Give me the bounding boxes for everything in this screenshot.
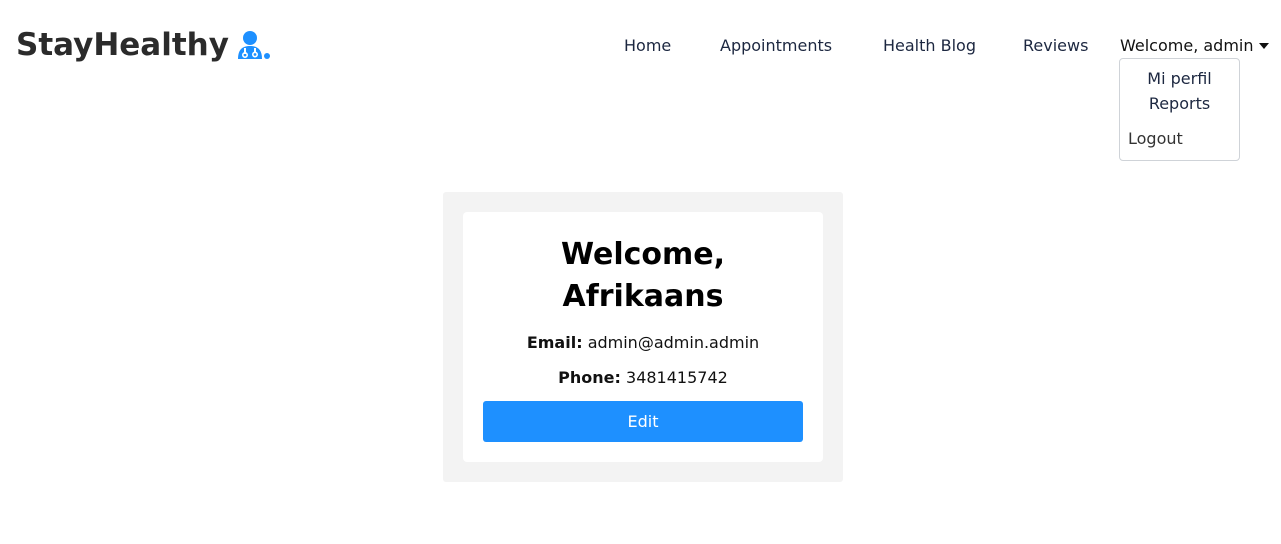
dropdown-item-logout[interactable]: Logout [1128,129,1183,148]
greeting-line-2: Afrikaans [562,279,724,314]
nav-reviews-link[interactable]: Reviews [1023,36,1088,55]
dropdown-item-reports[interactable]: Reports [1120,94,1239,113]
dropdown-item-profile[interactable]: Mi perfil [1120,69,1239,88]
nav-health-blog-link[interactable]: Health Blog [883,36,976,55]
profile-phone-row: Phone: 3481415742 [463,368,823,387]
main-nav: Home Appointments Health Blog Reviews We… [0,36,1281,56]
phone-label: Phone: [558,368,621,387]
nav-home-link[interactable]: Home [624,36,671,55]
email-label: Email: [526,333,583,352]
user-dropdown-menu: Mi perfil Reports Logout [1119,58,1240,161]
profile-greeting: Welcome, Afrikaans [463,234,823,318]
greeting-line-1: Welcome, [560,237,726,272]
profile-card-container: Welcome, Afrikaans Email: admin@admin.ad… [443,192,843,482]
user-welcome-label: Welcome, admin [1120,36,1254,55]
edit-profile-button[interactable]: Edit [483,401,803,442]
profile-email-row: Email: admin@admin.admin [463,333,823,352]
caret-down-icon [1258,42,1269,49]
email-value: admin@admin.admin [587,333,760,352]
profile-card: Welcome, Afrikaans Email: admin@admin.ad… [463,212,823,462]
phone-value: 3481415742 [626,368,728,387]
user-menu-toggle[interactable]: Welcome, admin [1120,36,1269,55]
nav-appointments-link[interactable]: Appointments [720,36,832,55]
